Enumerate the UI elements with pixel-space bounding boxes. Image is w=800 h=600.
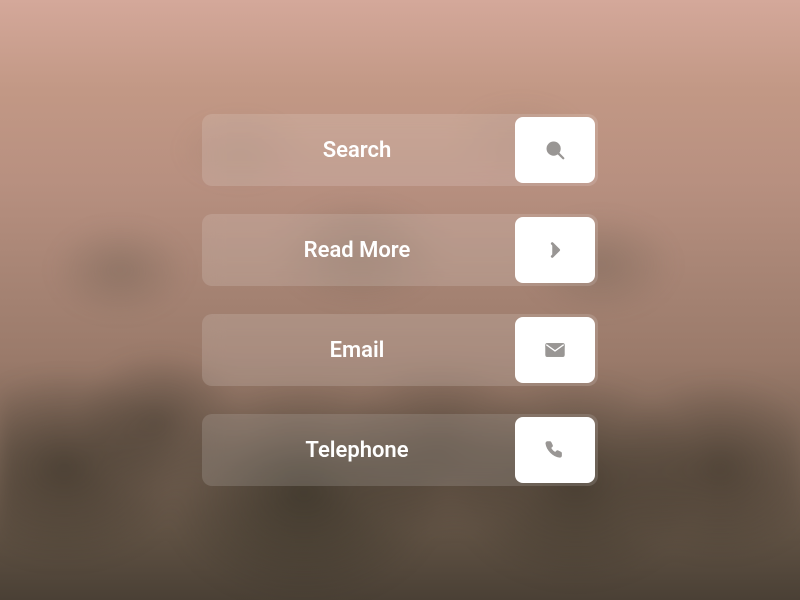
email-button-label: Email <box>202 314 512 386</box>
search-icon <box>515 117 595 183</box>
read-more-button-label: Read More <box>202 214 512 286</box>
envelope-icon <box>515 317 595 383</box>
telephone-button-label: Telephone <box>202 414 512 486</box>
search-button[interactable]: Search <box>202 114 598 186</box>
chevron-right-icon <box>515 217 595 283</box>
telephone-button[interactable]: Telephone <box>202 414 598 486</box>
search-button-label: Search <box>202 114 512 186</box>
button-list: Search Read More Email Telephone <box>202 114 598 486</box>
read-more-button[interactable]: Read More <box>202 214 598 286</box>
email-button[interactable]: Email <box>202 314 598 386</box>
phone-icon <box>515 417 595 483</box>
